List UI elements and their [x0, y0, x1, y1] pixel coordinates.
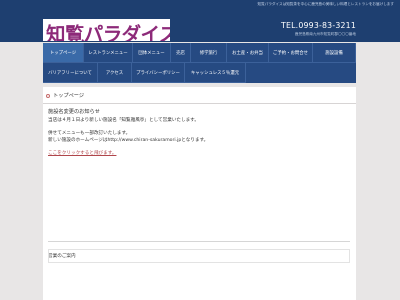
new-site-link[interactable]: ここをクリックすると飛びます。	[48, 150, 116, 156]
nav-item-privacy-policy[interactable]: プライバシーポリシー	[132, 63, 185, 83]
header-tagline: 知覧パラダイスは知覧茶を中心に鹿児島の美味しい料理とレストランをお届けします	[257, 2, 394, 6]
new-site-link-text[interactable]: ここをクリックすると飛びます。	[48, 151, 116, 156]
nav-item-facilities[interactable]: 施設設備	[313, 43, 356, 63]
nav-item-souvenir[interactable]: お土産・お弁当	[227, 43, 269, 63]
nav-row-2: バリアフリーについて アクセス プライバシーポリシー キャッシュレス５％還元	[43, 63, 246, 83]
breadcrumb-label: トップページ	[53, 93, 85, 99]
bullet-icon	[46, 94, 50, 98]
nav-item-shop[interactable]: 売店	[171, 43, 191, 63]
nav-item-access[interactable]: アクセス	[98, 63, 132, 83]
menu-notice-1: 併せてメニューも一部改訂いたします。	[48, 131, 131, 136]
header-bar: 知覧パラダイスは知覧茶を中心に鹿児島の美味しい料理とレストランをお届けします 知…	[0, 0, 400, 42]
logo-text: 知覧パラダイス	[46, 23, 170, 41]
business-info-box	[48, 249, 350, 263]
nav-item-reservation[interactable]: ご予約・お問合せ	[269, 43, 313, 63]
site-logo[interactable]: 知覧パラダイス	[43, 19, 170, 41]
nav-item-group-menu[interactable]: 団体メニュー	[133, 43, 171, 63]
phone-number: TEL.0993-83-3211	[281, 21, 356, 30]
notice-body: 当店は４月１日より新しい施設名「知覧雅風亭」として営業いたします。	[48, 118, 199, 123]
nav-item-barrier-free[interactable]: バリアフリーについて	[43, 63, 98, 83]
nav-row-1: トップページ レストランメニュー 団体メニュー 売店 修学旅行 お土産・お弁当 …	[43, 43, 356, 63]
main-navigation: トップページ レストランメニュー 団体メニュー 売店 修学旅行 お土産・お弁当 …	[43, 43, 356, 83]
nav-item-restaurant-menu[interactable]: レストランメニュー	[84, 43, 133, 63]
breadcrumb: トップページ	[43, 90, 356, 104]
nav-item-top[interactable]: トップページ	[43, 43, 84, 63]
header-address: 鹿児島県南九州市知覧町郡〇〇〇番地	[294, 32, 356, 36]
menu-notice-2: 新しい施設のホームページはhttp://www.chiran-sakuramor…	[48, 138, 209, 143]
nav-item-school-trip[interactable]: 修学旅行	[191, 43, 227, 63]
divider	[48, 241, 350, 242]
nav-item-cashless[interactable]: キャッシュレス５％還元	[185, 63, 246, 83]
notice-title: 施設名変更のお知らせ	[48, 109, 100, 115]
main-content: トップページ 施設名変更のお知らせ 当店は４月１日より新しい施設名「知覧雅風亭」…	[43, 87, 356, 300]
